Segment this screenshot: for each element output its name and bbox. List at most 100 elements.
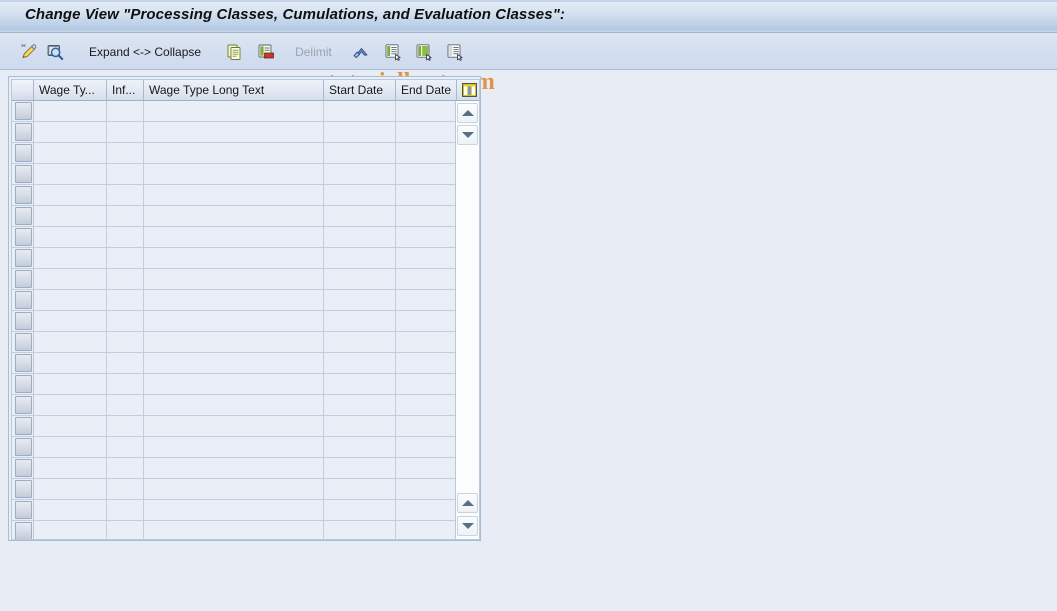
row-selector-button[interactable]	[15, 249, 32, 267]
row-selector-cell[interactable]	[12, 458, 34, 478]
cell-start_date[interactable]	[324, 332, 396, 352]
table-row[interactable]	[12, 521, 457, 539]
table-row[interactable]	[12, 143, 457, 164]
cell-wage_type[interactable]	[34, 185, 107, 205]
delimit-button[interactable]: Delimit	[284, 40, 343, 64]
table-row[interactable]	[12, 269, 457, 290]
row-selector-cell[interactable]	[12, 374, 34, 394]
cell-start_date[interactable]	[324, 521, 396, 539]
cell-wage_type[interactable]	[34, 227, 107, 247]
row-selector-cell[interactable]	[12, 416, 34, 436]
cell-wage_type[interactable]	[34, 164, 107, 184]
cell-infotype[interactable]	[107, 269, 144, 289]
table-row[interactable]	[12, 185, 457, 206]
scroll-page-down-button[interactable]	[457, 516, 478, 536]
cell-end_date[interactable]	[396, 227, 457, 247]
row-selector-cell[interactable]	[12, 500, 34, 520]
cell-wage_type_long_text[interactable]	[144, 416, 324, 436]
column-header-wage-type[interactable]: Wage Ty...	[34, 80, 107, 100]
row-selector-button[interactable]	[15, 123, 32, 141]
row-selector-button[interactable]	[15, 333, 32, 351]
cell-end_date[interactable]	[396, 479, 457, 499]
cell-infotype[interactable]	[107, 353, 144, 373]
cell-infotype[interactable]	[107, 185, 144, 205]
cell-infotype[interactable]	[107, 101, 144, 121]
cell-wage_type_long_text[interactable]	[144, 374, 324, 394]
row-selector-button[interactable]	[15, 501, 32, 519]
table-settings-button[interactable]	[457, 80, 479, 100]
cell-wage_type[interactable]	[34, 458, 107, 478]
row-selector-cell[interactable]	[12, 143, 34, 163]
row-selector-button[interactable]	[15, 417, 32, 435]
cell-start_date[interactable]	[324, 269, 396, 289]
cell-wage_type_long_text[interactable]	[144, 395, 324, 415]
row-selector-cell[interactable]	[12, 521, 34, 539]
cell-end_date[interactable]	[396, 269, 457, 289]
cell-end_date[interactable]	[396, 311, 457, 331]
change-display-pencil-button[interactable]	[16, 40, 42, 64]
table-row[interactable]	[12, 416, 457, 437]
row-selector-cell[interactable]	[12, 353, 34, 373]
cell-end_date[interactable]	[396, 206, 457, 226]
cell-infotype[interactable]	[107, 227, 144, 247]
row-selector-cell[interactable]	[12, 437, 34, 457]
table-row[interactable]	[12, 500, 457, 521]
cell-start_date[interactable]	[324, 458, 396, 478]
column-header-start-date[interactable]: Start Date	[324, 80, 396, 100]
cell-infotype[interactable]	[107, 500, 144, 520]
row-selector-button[interactable]	[15, 312, 32, 330]
cell-end_date[interactable]	[396, 458, 457, 478]
cell-wage_type_long_text[interactable]	[144, 479, 324, 499]
cell-start_date[interactable]	[324, 353, 396, 373]
table-row[interactable]	[12, 206, 457, 227]
scroll-down-button[interactable]	[457, 125, 478, 145]
row-selector-button[interactable]	[15, 207, 32, 225]
cell-infotype[interactable]	[107, 143, 144, 163]
row-selector-cell[interactable]	[12, 311, 34, 331]
cell-wage_type_long_text[interactable]	[144, 143, 324, 163]
row-selector-button[interactable]	[15, 270, 32, 288]
cell-wage_type[interactable]	[34, 479, 107, 499]
cell-wage_type[interactable]	[34, 311, 107, 331]
row-selector-cell[interactable]	[12, 122, 34, 142]
cell-end_date[interactable]	[396, 353, 457, 373]
row-selector-cell[interactable]	[12, 206, 34, 226]
row-selector-cell[interactable]	[12, 164, 34, 184]
cell-end_date[interactable]	[396, 332, 457, 352]
deselect-all-button[interactable]	[442, 40, 468, 64]
cell-wage_type[interactable]	[34, 248, 107, 268]
table-row[interactable]	[12, 122, 457, 143]
cell-start_date[interactable]	[324, 164, 396, 184]
cell-start_date[interactable]	[324, 311, 396, 331]
cell-wage_type_long_text[interactable]	[144, 521, 324, 539]
cell-infotype[interactable]	[107, 248, 144, 268]
row-selector-button[interactable]	[15, 165, 32, 183]
cell-start_date[interactable]	[324, 437, 396, 457]
column-header-wage-type-long-text[interactable]: Wage Type Long Text	[144, 80, 324, 100]
row-selector-button[interactable]	[15, 291, 32, 309]
cell-wage_type[interactable]	[34, 416, 107, 436]
cell-infotype[interactable]	[107, 479, 144, 499]
scroll-up-button[interactable]	[457, 103, 478, 123]
row-selector-button[interactable]	[15, 102, 32, 120]
copy-as-button[interactable]	[222, 40, 248, 64]
row-selector-button[interactable]	[15, 228, 32, 246]
row-selector-cell[interactable]	[12, 290, 34, 310]
row-selector-button[interactable]	[15, 480, 32, 498]
table-row[interactable]	[12, 164, 457, 185]
cell-wage_type_long_text[interactable]	[144, 227, 324, 247]
cell-wage_type_long_text[interactable]	[144, 122, 324, 142]
row-selector-button[interactable]	[15, 144, 32, 162]
cell-wage_type[interactable]	[34, 101, 107, 121]
table-vertical-scrollbar[interactable]	[455, 101, 479, 539]
cell-wage_type_long_text[interactable]	[144, 248, 324, 268]
cell-start_date[interactable]	[324, 122, 396, 142]
row-selector-cell[interactable]	[12, 227, 34, 247]
cell-start_date[interactable]	[324, 500, 396, 520]
cell-infotype[interactable]	[107, 311, 144, 331]
cell-start_date[interactable]	[324, 395, 396, 415]
row-selector-button[interactable]	[15, 375, 32, 393]
cell-wage_type_long_text[interactable]	[144, 311, 324, 331]
row-selector-button[interactable]	[15, 459, 32, 477]
cell-start_date[interactable]	[324, 290, 396, 310]
